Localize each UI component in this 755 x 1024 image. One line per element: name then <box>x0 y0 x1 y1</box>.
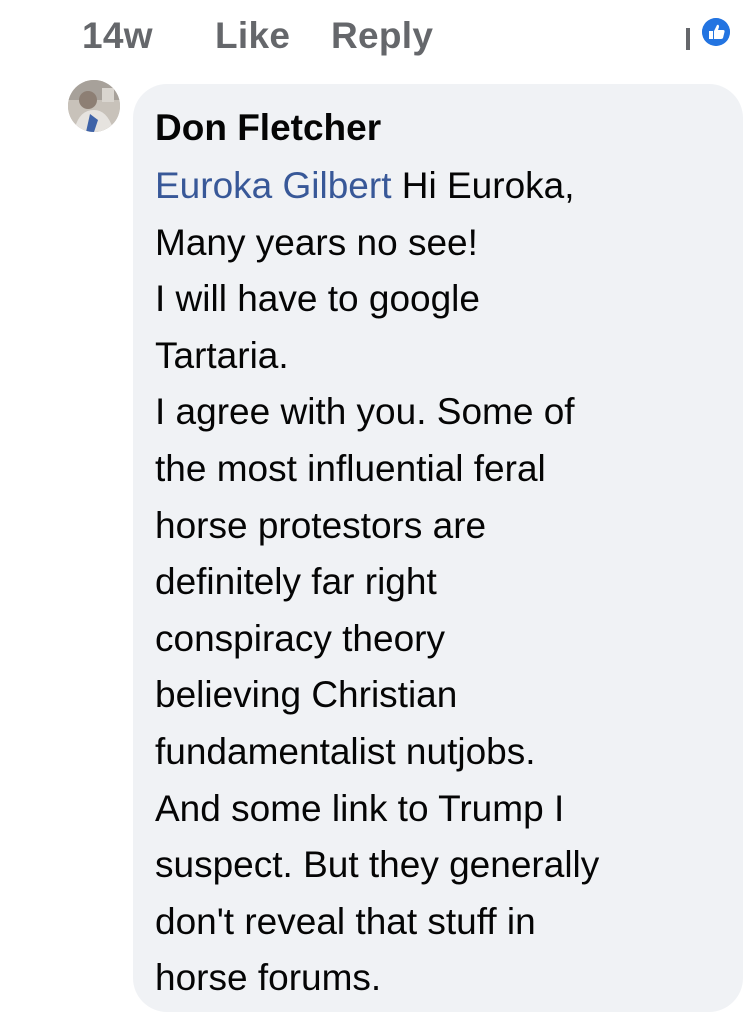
comment-line: believing Christian <box>155 674 458 716</box>
comment-line: don't reveal that stuff in <box>155 900 536 942</box>
comment-action-bar: 14w Like Reply <box>0 12 755 60</box>
comment-line: Tartaria. <box>155 334 289 376</box>
mention-link[interactable]: Euroka Gilbert <box>155 165 392 206</box>
comment-line: conspiracy theory <box>155 617 445 659</box>
comment-timestamp[interactable]: 14w <box>82 14 153 58</box>
avatar[interactable] <box>68 80 120 132</box>
like-button[interactable]: Like <box>215 14 290 58</box>
reaction-divider <box>686 28 690 50</box>
comment-text: Hi Euroka, <box>391 165 575 206</box>
comment-thread: 14w Like Reply Don Fletcher Euroka Gilbe… <box>0 0 755 1024</box>
comment-line: Many years no see! <box>155 221 478 263</box>
profile-photo <box>68 80 120 132</box>
comment-line: I agree with you. Some of <box>155 391 575 433</box>
reaction-icon[interactable] <box>702 18 730 46</box>
comment-line: horse forums. <box>155 957 382 999</box>
comment-line: suspect. But they generally <box>155 844 600 886</box>
like-thumb-icon <box>702 18 730 46</box>
comment-author[interactable]: Don Fletcher <box>155 106 381 150</box>
comment-line: definitely far right <box>155 561 437 603</box>
reply-button[interactable]: Reply <box>331 14 433 58</box>
comment-line: fundamentalist nutjobs. <box>155 730 536 772</box>
comment-line: the most influential feral <box>155 447 546 489</box>
comment-line: Euroka Gilbert Hi Euroka, <box>155 158 735 215</box>
comment-bubble: Don Fletcher Euroka Gilbert Hi Euroka, M… <box>133 84 743 1012</box>
comment-line: horse protestors are <box>155 504 487 546</box>
comment-line: I will have to google <box>155 278 480 320</box>
comment-line: And some link to Trump I <box>155 787 565 829</box>
comment-body: Euroka Gilbert Hi Euroka, Many years no … <box>155 158 735 1007</box>
